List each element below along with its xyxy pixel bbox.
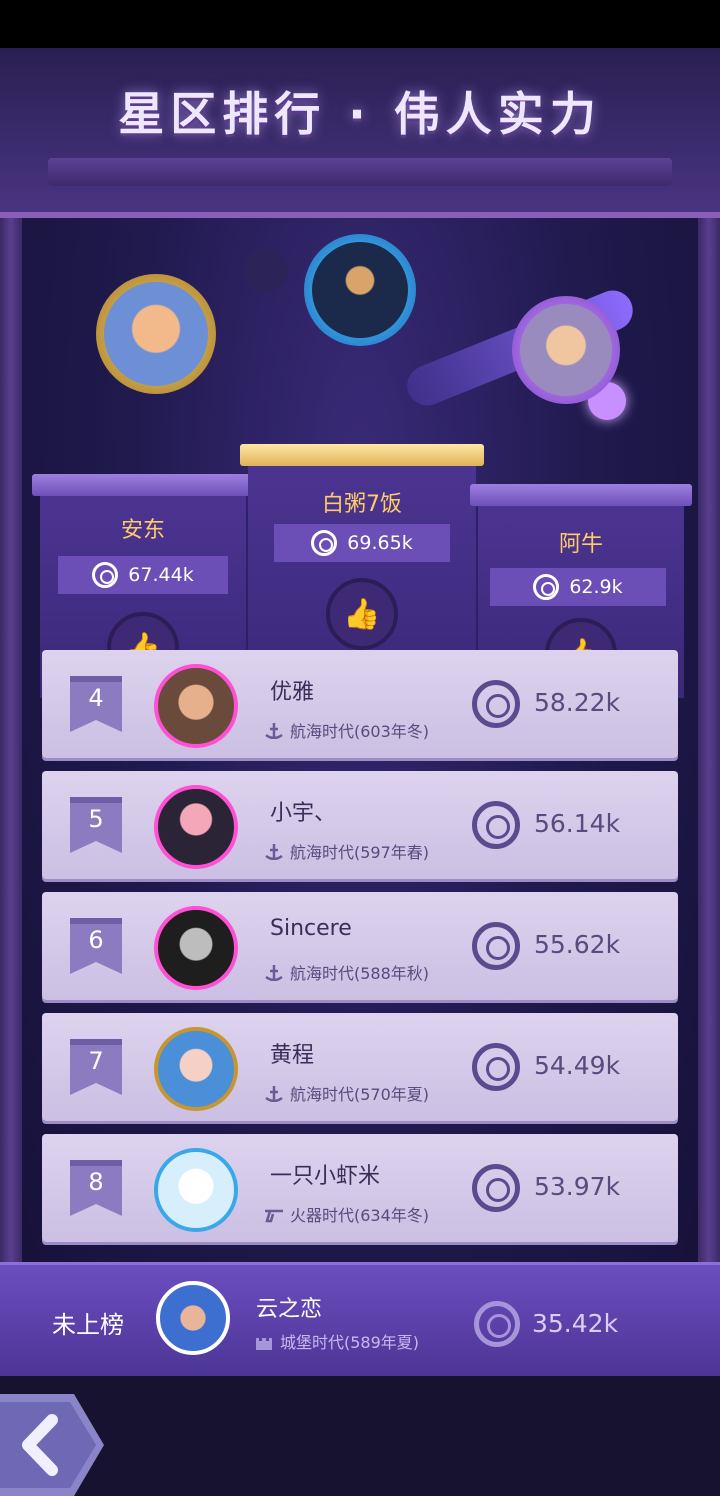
- list-item[interactable]: 5 小宇、 航海时代(597年春) 56.14k: [42, 771, 678, 879]
- power-icon: [533, 574, 560, 600]
- score: 58.22k: [534, 688, 621, 717]
- rank3-score: 62.9k: [569, 576, 623, 598]
- right-pillar: [698, 218, 720, 1318]
- power-icon: [472, 801, 520, 849]
- sail-anchor-icon: [265, 844, 283, 860]
- era-text: 城堡时代(589年夏): [280, 1333, 420, 1352]
- rank3-score-badge: 62.9k: [490, 568, 666, 606]
- rank-number: 7: [88, 1047, 104, 1075]
- rank-number: 4: [88, 684, 104, 712]
- era-info: 火器时代(634年冬): [264, 1202, 429, 1226]
- list-item[interactable]: 8 一只小虾米 火器时代(634年冬) 53.97k: [42, 1134, 678, 1242]
- score: 55.62k: [534, 930, 621, 959]
- score: 56.14k: [534, 809, 621, 838]
- sail-anchor-icon: [265, 1086, 283, 1102]
- back-button[interactable]: [0, 1394, 104, 1496]
- chevron-left-icon: [0, 1394, 104, 1496]
- avatar[interactable]: [154, 785, 238, 869]
- arch-lintel: [48, 158, 672, 186]
- power-icon: [311, 530, 338, 556]
- rank-ribbon: 5: [70, 797, 122, 853]
- player-name: 黄程: [270, 1043, 315, 1068]
- player-name: 优雅: [270, 680, 315, 705]
- player-name: 云之恋: [256, 1297, 323, 1322]
- musket-icon: [265, 1209, 283, 1223]
- rank1-name: 白粥7饭: [322, 492, 402, 517]
- planet-decor: [244, 248, 288, 292]
- rank3-avatar[interactable]: [512, 296, 620, 404]
- era-info: 航海时代(603年冬): [264, 718, 429, 742]
- rank-ribbon: 6: [70, 918, 122, 974]
- era-text: 航海时代(570年夏): [290, 1085, 430, 1104]
- avatar[interactable]: [154, 906, 238, 990]
- avatar[interactable]: [154, 1027, 238, 1111]
- sail-anchor-icon: [265, 965, 283, 981]
- rank2-avatar[interactable]: [96, 274, 216, 394]
- power-icon: [92, 562, 119, 588]
- era-info: 城堡时代(589年夏): [254, 1329, 419, 1353]
- page-title: 星区排行 · 伟人实力: [118, 87, 602, 141]
- power-icon: [472, 1164, 520, 1212]
- list-item[interactable]: 4 优雅 航海时代(603年冬) 58.22k: [42, 650, 678, 758]
- era-text: 火器时代(634年冬): [290, 1206, 430, 1225]
- power-icon: [472, 922, 520, 970]
- era-text: 航海时代(588年秋): [290, 964, 430, 983]
- sail-anchor-icon: [265, 723, 283, 739]
- power-icon: [472, 1043, 520, 1091]
- status-bar: [0, 0, 720, 48]
- player-name: Sincere: [270, 916, 352, 941]
- like-button[interactable]: 👍: [326, 578, 398, 650]
- rank-ribbon: 4: [70, 676, 122, 732]
- left-pillar: [0, 218, 22, 1318]
- rank-number: 6: [88, 926, 104, 954]
- score: 54.49k: [534, 1051, 621, 1080]
- era-info: 航海时代(570年夏): [264, 1081, 429, 1105]
- score: 53.97k: [534, 1172, 621, 1201]
- avatar[interactable]: [154, 1148, 238, 1232]
- avatar[interactable]: [154, 664, 238, 748]
- rank2-name: 安东: [120, 518, 165, 543]
- era-text: 航海时代(603年冬): [290, 722, 430, 741]
- rank2-score: 67.44k: [128, 564, 194, 586]
- rank2-score-badge: 67.44k: [58, 556, 228, 594]
- footer-bar: [0, 1376, 720, 1496]
- rank1-avatar[interactable]: [304, 234, 416, 346]
- my-rank-row[interactable]: 未上榜 云之恋 城堡时代(589年夏) 35.42k: [0, 1262, 720, 1376]
- rank-ribbon: 7: [70, 1039, 122, 1095]
- rank1-score-badge: 69.65k: [274, 524, 450, 562]
- era-info: 航海时代(597年春): [264, 839, 429, 863]
- player-name: 一只小虾米: [270, 1164, 381, 1189]
- rank-number: 5: [88, 805, 104, 833]
- list-item[interactable]: 6 Sincere 航海时代(588年秋) 55.62k: [42, 892, 678, 1000]
- score: 35.42k: [532, 1309, 619, 1338]
- era-info: 航海时代(588年秋): [264, 960, 429, 984]
- avatar[interactable]: [156, 1281, 230, 1355]
- era-text: 航海时代(597年春): [290, 843, 430, 862]
- power-icon: [474, 1301, 520, 1347]
- castle-icon: [256, 1338, 272, 1350]
- not-ranked-label: 未上榜: [52, 1311, 124, 1339]
- rank-number: 8: [88, 1168, 104, 1196]
- rank1-score: 69.65k: [347, 532, 413, 554]
- list-item[interactable]: 7 黄程 航海时代(570年夏) 54.49k: [42, 1013, 678, 1121]
- power-icon: [472, 680, 520, 728]
- player-name: 小宇、: [270, 801, 337, 826]
- rank-ribbon: 8: [70, 1160, 122, 1216]
- rank3-name: 阿牛: [558, 532, 603, 557]
